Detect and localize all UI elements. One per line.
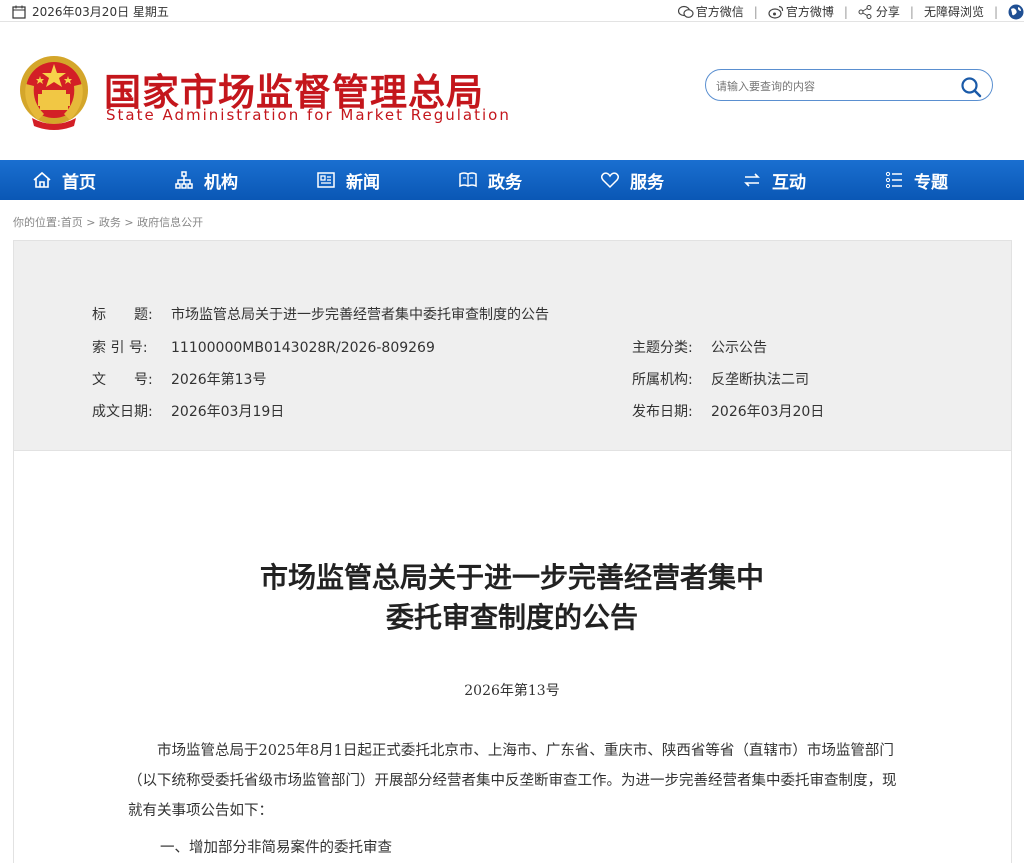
site-subtitle-en: State Administration for Market Regulati…	[106, 106, 511, 124]
meta-title-value: 市场监管总局关于进一步完善经营者集中委托审查制度的公告	[171, 307, 549, 323]
search-input[interactable]	[716, 76, 956, 96]
meta-publish-value: 2026年03月20日	[711, 404, 825, 420]
nav-label: 首页	[62, 172, 96, 193]
national-emblem-logo[interactable]	[18, 54, 90, 130]
meta-doc-value: 2026年第13号	[171, 372, 267, 388]
nav-item-org[interactable]: 机构	[174, 160, 238, 200]
nav-label: 互动	[772, 172, 806, 193]
meta-publish-row: 发布日期: 2026年03月20日	[632, 401, 824, 421]
search-box	[705, 69, 993, 101]
nav-label: 政务	[488, 172, 522, 193]
nav-item-home[interactable]: 首页	[32, 160, 96, 200]
meta-publish-label: 发布日期:	[632, 404, 693, 420]
nav-item-service[interactable]: 服务	[600, 160, 664, 200]
top-links: 官方微信 | 官方微博 | 分享 | 无障碍浏览 |	[668, 3, 1024, 20]
date-text: 2026年03月20日 星期五	[32, 5, 169, 19]
wechat-link[interactable]: 官方微信	[668, 3, 754, 20]
site-header: 国家市场监督管理总局 State Administration for Mark…	[0, 22, 1024, 158]
accessibility-label: 无障碍浏览	[923, 5, 984, 19]
nav-label: 新闻	[346, 172, 380, 193]
nav-label: 机构	[204, 172, 238, 193]
wechat-icon	[677, 5, 694, 19]
meta-title-label: 标 题:	[92, 307, 153, 323]
nav-item-interact[interactable]: 互动	[742, 160, 806, 200]
meta-doc-label: 文 号:	[92, 372, 153, 388]
meta-created-label: 成文日期:	[92, 404, 153, 420]
accessibility-link[interactable]: 无障碍浏览	[914, 3, 994, 20]
meta-org-label: 所属机构:	[632, 372, 693, 388]
nav-item-news[interactable]: 新闻	[316, 160, 380, 200]
meta-org-value: 反垄断执法二司	[711, 372, 809, 388]
meta-topic-row: 主题分类: 公示公告	[632, 337, 767, 357]
meta-index-label: 索 引 号:	[92, 340, 148, 356]
article-title-line1: 市场监管总局关于进一步完善经营者集中	[259, 561, 764, 594]
meta-created-value: 2026年03月19日	[171, 404, 285, 420]
meta-org-row: 所属机构: 反垄断执法二司	[632, 369, 809, 389]
heart-icon	[600, 172, 620, 189]
meta-created-row: 成文日期: 2026年03月19日	[92, 401, 284, 421]
language-link[interactable]	[998, 4, 1024, 20]
home-icon	[33, 171, 51, 188]
weibo-label: 官方微博	[785, 5, 834, 19]
breadcrumb: 你的位置:首页 > 政务 > 政府信息公开	[13, 216, 204, 229]
meta-index-row: 索 引 号: 11100000MB0143028R/2026-809269	[92, 337, 435, 357]
share-icon	[858, 4, 872, 19]
globe-icon	[1008, 4, 1024, 20]
top-bar: 2026年03月20日 星期五 官方微信 | 官方微博 | 分享 | 无障碍浏览…	[0, 0, 1024, 22]
article-number: 2026年第13号	[464, 683, 560, 699]
article-title-line2: 委托审查制度的公告	[385, 601, 638, 634]
nav-item-topics[interactable]: 专题	[884, 160, 948, 200]
nav-item-gov[interactable]: 政务	[458, 160, 522, 200]
article-title: 市场监管总局关于进一步完善经营者集中 委托审查制度的公告	[0, 558, 1024, 638]
share-link[interactable]: 分享	[848, 3, 910, 20]
main-nav: 首页 机构 新闻 政务 服务 互动 专题	[0, 160, 1024, 200]
meta-title-row: 标 题: 市场监管总局关于进一步完善经营者集中委托审查制度的公告	[92, 304, 549, 324]
date-display: 2026年03月20日 星期五	[12, 3, 169, 20]
document-metadata: 标 题: 市场监管总局关于进一步完善经营者集中委托审查制度的公告 索 引 号: 11…	[13, 240, 1012, 451]
list-icon	[885, 171, 902, 189]
nav-label: 专题	[914, 172, 948, 193]
search-icon[interactable]	[960, 76, 982, 98]
nav-label: 服务	[630, 172, 664, 193]
news-icon	[317, 172, 335, 188]
meta-doc-row: 文 号: 2026年第13号	[92, 369, 266, 389]
weibo-icon	[768, 5, 783, 19]
meta-index-value: 11100000MB0143028R/2026-809269	[171, 340, 435, 356]
article-paragraph: 市场监管总局于2025年8月1日起正式委托北京市、上海市、广东省、重庆市、陕西省…	[128, 743, 897, 819]
meta-topic-label: 主题分类:	[632, 340, 693, 356]
share-label: 分享	[875, 5, 900, 19]
weibo-link[interactable]: 官方微博	[758, 3, 844, 20]
exchange-icon	[744, 173, 760, 187]
calendar-icon	[12, 5, 26, 19]
meta-topic-value: 公示公告	[711, 340, 767, 356]
wechat-label: 官方微信	[695, 5, 744, 19]
org-icon	[175, 171, 193, 189]
gov-icon	[459, 172, 477, 188]
article-subheading: 一、增加部分非简易案件的委托审查	[160, 840, 392, 856]
